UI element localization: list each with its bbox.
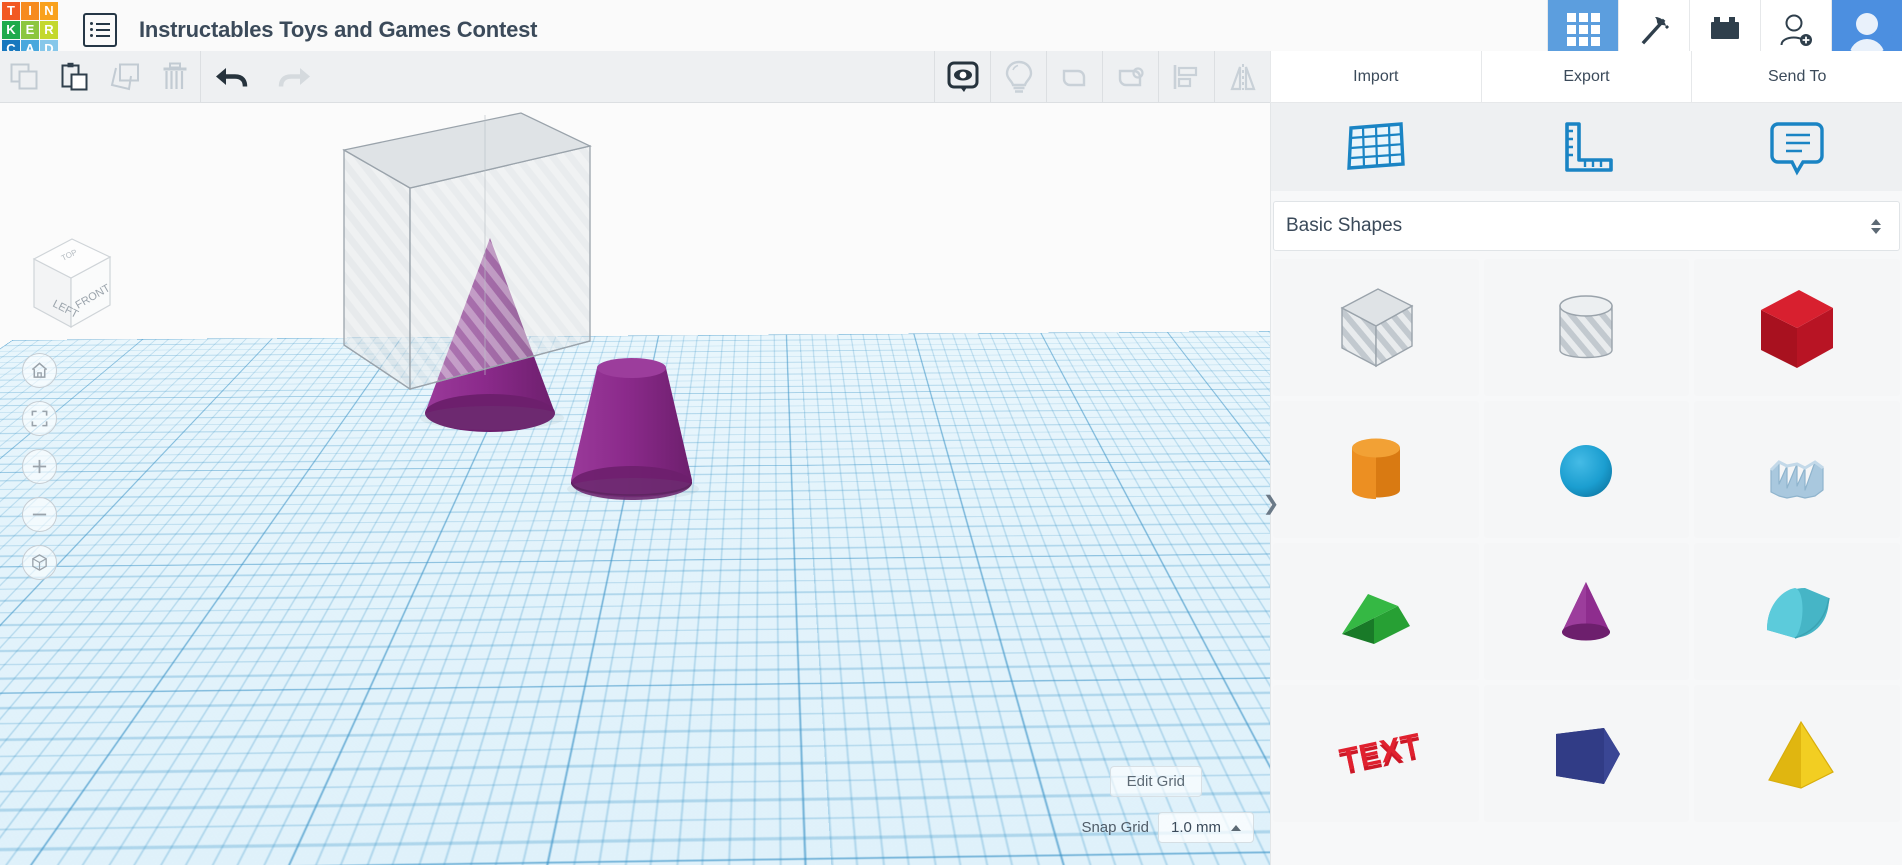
shape-cone-purple[interactable] — [1483, 543, 1690, 680]
undo-icon[interactable] — [201, 51, 263, 103]
shapes-panel: Basic Shapes TEXT TEXT — [1270, 103, 1902, 865]
fit-to-view-button[interactable] — [22, 401, 57, 436]
align-icon[interactable] — [1158, 50, 1214, 103]
delete-icon[interactable] — [150, 51, 200, 103]
svg-text:TEXT: TEXT — [1336, 725, 1424, 777]
export-button[interactable]: Export — [1480, 51, 1692, 102]
ruler-tab[interactable] — [1481, 118, 1691, 176]
logo-tile-t: T — [2, 1, 20, 20]
import-button[interactable]: Import — [1270, 51, 1481, 102]
note-comment-icon — [1770, 122, 1824, 176]
duplicate-icon[interactable] — [100, 51, 150, 103]
orthographic-toggle-button[interactable] — [22, 545, 57, 580]
shape-box-red[interactable] — [1694, 259, 1900, 396]
cone-shadow — [420, 406, 564, 430]
shape-box-hole[interactable] — [1273, 259, 1479, 396]
view-cube[interactable]: LEFT FRONT TOP — [22, 233, 122, 333]
show-hide-eye-icon[interactable] — [934, 50, 990, 103]
zoom-in-button[interactable] — [22, 449, 57, 484]
panel-tab-bar — [1271, 103, 1902, 191]
snap-grid-select[interactable]: 1.0 mm — [1157, 812, 1254, 843]
snap-grid-control: Snap Grid 1.0 mm — [1081, 812, 1254, 843]
zoom-out-button[interactable] — [22, 497, 57, 532]
hole-box[interactable] — [342, 112, 592, 391]
chevron-up-icon — [1231, 824, 1241, 831]
ruler-icon — [1565, 122, 1614, 172]
list-menu-icon[interactable] — [83, 12, 117, 47]
tinkercad-app: T I N K E R C A D Instructables Toys and… — [0, 0, 1902, 865]
shape-category-select[interactable]: Basic Shapes — [1273, 201, 1900, 251]
ungroup-icon[interactable] — [1102, 50, 1158, 103]
object-tools-group — [934, 50, 1270, 103]
lightbulb-hint-icon[interactable] — [990, 50, 1046, 103]
notes-tab[interactable] — [1692, 118, 1902, 176]
home-view-button[interactable] — [22, 353, 57, 388]
page-title: Instructables Toys and Games Contest — [139, 16, 538, 42]
shape-scribble-lightblue[interactable] — [1694, 401, 1900, 538]
edit-toolbar — [0, 50, 1270, 103]
copy-icon[interactable] — [0, 51, 50, 103]
shape-text-red[interactable]: TEXT TEXT — [1273, 685, 1479, 822]
tinkercad-logo[interactable]: T I N K E R C A D — [2, 1, 58, 58]
mirror-icon[interactable] — [1214, 50, 1270, 103]
scene-objects — [342, 112, 699, 500]
shape-wedge-navy[interactable] — [1483, 685, 1690, 822]
group-icon[interactable] — [1046, 50, 1102, 103]
logo-tile-r: R — [40, 20, 58, 39]
paste-icon[interactable] — [50, 51, 100, 103]
shape-grid: TEXT TEXT — [1271, 251, 1902, 822]
shape-sphere-blue[interactable] — [1483, 401, 1690, 538]
view-nav-buttons — [22, 353, 57, 580]
grid-workplane-icon — [1347, 122, 1405, 170]
edit-grid-button[interactable]: Edit Grid — [1109, 766, 1202, 797]
logo-tile-k: K — [2, 20, 20, 39]
shape-cylinder-orange[interactable] — [1273, 401, 1479, 538]
shape-pyramid-yellow[interactable] — [1694, 685, 1900, 822]
logo-tile-i: I — [21, 1, 39, 20]
chevron-updown-icon — [1871, 218, 1881, 234]
shape-roof-green[interactable] — [1273, 543, 1479, 680]
logo-tile-e: E — [21, 20, 39, 39]
redo-icon[interactable] — [263, 51, 325, 103]
shape-cylinder-hole[interactable] — [1483, 259, 1690, 396]
shape-halfcylinder-teal[interactable] — [1694, 543, 1900, 680]
workplane-tab[interactable] — [1271, 118, 1481, 176]
logo-tile-n: N — [40, 1, 58, 20]
tcone-shadow — [567, 478, 699, 500]
design-canvas[interactable]: LEFT FRONT TOP Edit Grid Snap Grid 1.0 m… — [0, 103, 1270, 865]
snap-grid-value: 1.0 mm — [1170, 819, 1221, 836]
snap-grid-label: Snap Grid — [1081, 819, 1149, 836]
shape-category-label: Basic Shapes — [1286, 215, 1403, 236]
send-to-button[interactable]: Send To — [1691, 51, 1902, 102]
action-buttons: Import Export Send To — [1270, 51, 1902, 103]
panel-collapse-chevron-icon[interactable]: ❯ — [1262, 486, 1280, 520]
